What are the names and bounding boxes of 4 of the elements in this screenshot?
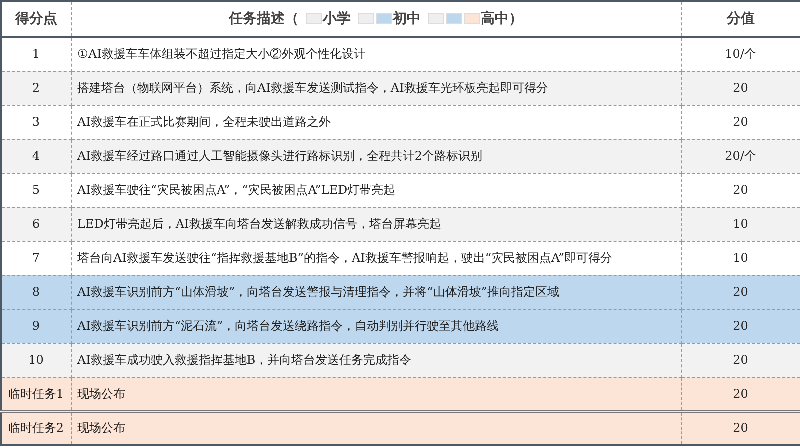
legend-label: 小学	[323, 10, 351, 26]
header-label: 任务描述（	[229, 10, 299, 26]
legend-label: 初中	[393, 10, 421, 26]
legend-label: 高中）	[481, 10, 523, 26]
